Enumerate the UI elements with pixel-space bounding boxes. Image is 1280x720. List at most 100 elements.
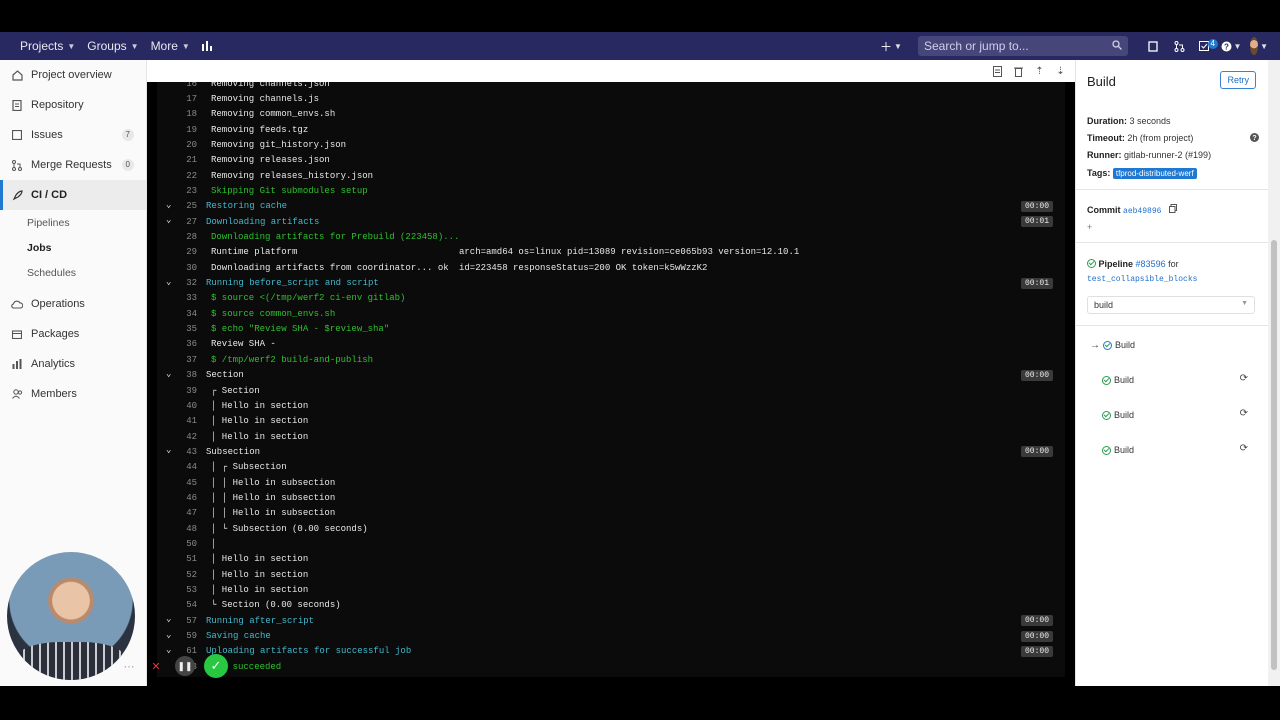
branch-link[interactable]: test_collapsible_blocks <box>1087 275 1197 284</box>
trash-icon[interactable] <box>1012 64 1025 78</box>
line-number[interactable]: 61 <box>157 646 197 656</box>
sidebar-item-project-overview[interactable]: Project overview <box>0 60 146 90</box>
line-number[interactable]: 22 <box>157 171 197 181</box>
sidebar-sub-jobs[interactable]: Jobs <box>0 235 146 260</box>
line-number[interactable]: 40 <box>157 401 197 411</box>
line-number[interactable]: 19 <box>157 125 197 135</box>
page-scrollbar[interactable] <box>1268 60 1280 686</box>
retry-job-icon[interactable]: ⟳ <box>1240 373 1248 384</box>
sidebar-item-analytics[interactable]: Analytics <box>0 349 146 379</box>
line-number[interactable]: 27 <box>157 217 197 227</box>
sidebar-item-members[interactable]: Members <box>0 379 146 409</box>
line-number[interactable]: 48 <box>157 524 197 534</box>
nav-groups[interactable]: Groups ▼ <box>81 39 144 53</box>
current-job[interactable]: Build <box>1103 340 1135 350</box>
line-number[interactable]: 25 <box>157 201 197 211</box>
sidebar-item-repository[interactable]: Repository <box>0 90 146 120</box>
line-number[interactable]: 29 <box>157 247 197 257</box>
nav-more[interactable]: More ▼ <box>145 39 196 53</box>
line-number[interactable]: 51 <box>157 554 197 564</box>
home-icon <box>11 69 23 81</box>
line-number[interactable]: 57 <box>157 616 197 626</box>
line-number[interactable]: 44 <box>157 462 197 472</box>
log-section-header[interactable]: ⌄ 43 Subsection 00:00 <box>157 444 1065 459</box>
sidebar-item-label: Members <box>31 388 77 400</box>
sidebar-item-merge-requests[interactable]: Merge Requests 0 <box>0 150 146 180</box>
line-number[interactable]: 37 <box>157 355 197 365</box>
stage-dropdown[interactable]: build ▼ <box>1087 296 1255 314</box>
search-input[interactable] <box>924 39 1104 53</box>
retry-job-icon[interactable]: ⟳ <box>1240 408 1248 419</box>
chart-icon[interactable] <box>196 41 219 51</box>
retry-button[interactable]: Retry <box>1220 71 1256 89</box>
log-section-header[interactable]: ⌄ 32 Running before_script and script 00:01 <box>157 276 1065 291</box>
sidebar-item-issues[interactable]: Issues 7 <box>0 120 146 150</box>
issues-nav-icon[interactable] <box>1142 36 1164 56</box>
line-number[interactable]: 39 <box>157 386 197 396</box>
line-number[interactable]: 21 <box>157 155 197 165</box>
log-section-header[interactable]: ⌄ 57 Running after_script 00:00 <box>157 613 1065 628</box>
close-icon[interactable]: ✕ <box>147 656 165 676</box>
job-item[interactable]: Build <box>1102 375 1134 385</box>
line-number[interactable]: 41 <box>157 416 197 426</box>
pause-icon[interactable]: ❚❚ <box>175 656 195 676</box>
job-item[interactable]: Build <box>1102 445 1134 455</box>
log-line: 28 Downloading artifacts for Prebuild (22… <box>157 230 1065 245</box>
log-section-header[interactable]: ⌄ 61 Uploading artifacts for successful jo… <box>157 644 1065 659</box>
scrollbar-thumb[interactable] <box>1271 240 1277 670</box>
line-number[interactable]: 59 <box>157 631 197 641</box>
sidebar-item-operations[interactable]: Operations <box>0 289 146 319</box>
line-number[interactable]: 30 <box>157 263 197 273</box>
log-section-header[interactable]: ⌄ 27 Downloading artifacts 00:01 <box>157 214 1065 229</box>
line-number[interactable]: 42 <box>157 432 197 442</box>
line-number[interactable]: 50 <box>157 539 197 549</box>
raw-log-icon[interactable] <box>991 64 1004 78</box>
line-number[interactable]: 33 <box>157 293 197 303</box>
log-section-header[interactable]: ⌄ 59 Saving cache 00:00 <box>157 629 1065 644</box>
line-number[interactable]: 54 <box>157 600 197 610</box>
user-menu[interactable]: ▼ <box>1246 36 1268 56</box>
nav-projects[interactable]: Projects ▼ <box>14 39 81 53</box>
more-options-icon[interactable]: ⋯ <box>121 656 137 676</box>
line-number[interactable]: 38 <box>157 370 197 380</box>
sidebar-sub-schedules[interactable]: Schedules <box>0 260 146 285</box>
log-section-header[interactable]: ⌄ 38 Section 00:00 <box>157 368 1065 383</box>
line-number[interactable]: 18 <box>157 109 197 119</box>
line-number[interactable]: 23 <box>157 186 197 196</box>
sidebar-item-packages[interactable]: Packages <box>0 319 146 349</box>
log-section-header[interactable]: ⌄ 25 Restoring cache 00:00 <box>157 199 1065 214</box>
scroll-top-icon[interactable]: ⇡ <box>1033 64 1046 78</box>
line-number[interactable]: 17 <box>157 94 197 104</box>
line-number[interactable]: 53 <box>157 585 197 595</box>
checkmark-icon[interactable]: ✓ <box>204 654 228 678</box>
sidebar-sub-pipelines[interactable]: Pipelines <box>0 210 146 235</box>
copy-icon[interactable] <box>1168 204 1177 215</box>
retry-job-icon[interactable]: ⟳ <box>1240 443 1248 454</box>
line-number[interactable]: 35 <box>157 324 197 334</box>
line-number[interactable]: 47 <box>157 508 197 518</box>
line-number[interactable]: 36 <box>157 339 197 349</box>
todo-nav-icon[interactable]: 4 <box>1194 36 1218 56</box>
merge-request-nav-icon[interactable] <box>1168 36 1190 56</box>
line-number[interactable]: 43 <box>157 447 197 457</box>
help-icon[interactable]: ? ▼ <box>1220 36 1242 56</box>
help-icon[interactable]: ? <box>1250 133 1259 144</box>
line-number[interactable]: 16 <box>157 82 197 89</box>
line-number[interactable]: 45 <box>157 478 197 488</box>
commit-expand[interactable]: + <box>1087 222 1092 232</box>
line-number[interactable]: 34 <box>157 309 197 319</box>
line-number[interactable]: 52 <box>157 570 197 580</box>
line-number[interactable]: 46 <box>157 493 197 503</box>
line-number[interactable]: 20 <box>157 140 197 150</box>
scroll-bottom-icon[interactable]: ⇣ <box>1054 64 1067 78</box>
line-number[interactable]: 28 <box>157 232 197 242</box>
sidebar-item-ci-cd[interactable]: CI / CD <box>0 180 146 210</box>
job-item[interactable]: Build <box>1102 410 1134 420</box>
pipeline-link[interactable]: #83596 <box>1136 259 1166 269</box>
plus-icon[interactable]: ＋ ▼ <box>880 36 902 56</box>
members-icon <box>11 388 23 400</box>
log-line: 52 │ Hello in section <box>157 567 1065 582</box>
search-box[interactable] <box>918 36 1128 56</box>
commit-sha-link[interactable]: aeb49896 <box>1123 207 1161 216</box>
line-number[interactable]: 32 <box>157 278 197 288</box>
